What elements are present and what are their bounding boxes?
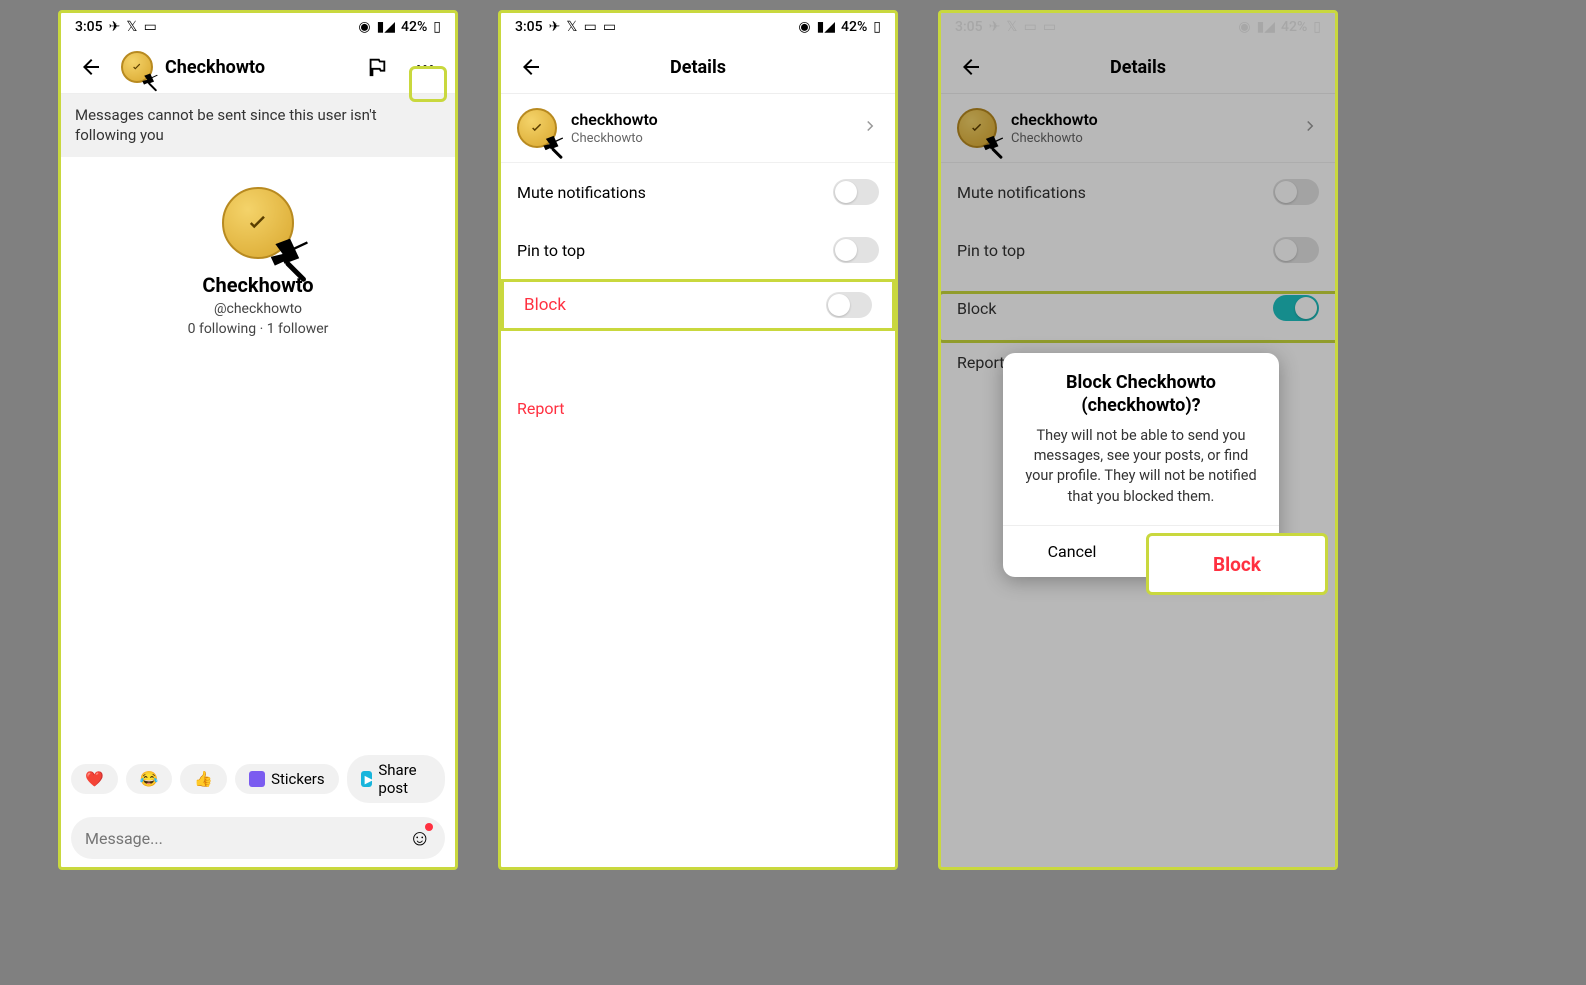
battery-pct: 42% xyxy=(841,19,867,35)
status-bar: 3:05 ✈ 𝕏 ▭ ◉ ▮◢ 42% ▯ xyxy=(61,13,455,41)
status-time: 3:05 xyxy=(75,19,103,35)
screen-chat: 3:05 ✈ 𝕏 ▭ ◉ ▮◢ 42% ▯ Checkhowto xyxy=(58,10,458,870)
block-confirm-label: Block xyxy=(1213,553,1261,576)
message-bar: ☺ xyxy=(71,817,445,859)
sticker-icon xyxy=(249,771,265,787)
screen-block-dialog: 3:05 ✈ 𝕏 ▭ ▭ ◉ ▮◢ 42% ▯ Details checkhow… xyxy=(938,10,1338,870)
stickers-label: Stickers xyxy=(271,770,325,788)
screen-details: 3:05 ✈ 𝕏 ▭ ▭ ◉ ▮◢ 42% ▯ Details checkhow… xyxy=(498,10,898,870)
mute-row: Mute notifications xyxy=(501,163,895,221)
dialog-title: Block Checkhowto (checkhowto)? xyxy=(1003,353,1279,426)
card-icon: ▭ xyxy=(144,19,157,35)
x-icon: 𝕏 xyxy=(566,19,577,35)
signal-icon: ▮◢ xyxy=(377,19,395,35)
emoji-button[interactable]: ☺ xyxy=(409,825,431,851)
x-icon: 𝕏 xyxy=(126,19,137,35)
flag-button[interactable] xyxy=(359,49,395,85)
highlight-more xyxy=(409,66,447,102)
user-row[interactable]: checkhowto Checkhowto xyxy=(501,94,895,163)
report-row[interactable]: Report xyxy=(501,383,895,434)
reaction-laugh[interactable]: 😂 xyxy=(126,764,173,794)
reaction-heart[interactable]: ❤️ xyxy=(71,764,118,794)
stickers-button[interactable]: Stickers xyxy=(235,764,339,794)
user-name: checkhowto xyxy=(571,110,847,129)
user-sub: Checkhowto xyxy=(571,131,847,146)
back-button[interactable] xyxy=(513,49,549,85)
telegram-icon: ✈ xyxy=(109,19,121,35)
dialog-body: They will not be able to send you messag… xyxy=(1003,426,1279,525)
chat-header: Checkhowto xyxy=(61,41,455,94)
status-bar: 3:05 ✈ 𝕏 ▭ ▭ ◉ ▮◢ 42% ▯ xyxy=(501,13,895,41)
notice-banner: Messages cannot be sent since this user … xyxy=(61,94,455,157)
block-row-highlight: Block xyxy=(501,279,895,331)
details-header: Details xyxy=(501,41,895,94)
reaction-bar: ❤️ 😂 👍 Stickers ▶ Share post xyxy=(61,747,455,811)
profile-avatar[interactable] xyxy=(222,187,294,259)
wifi-icon: ◉ xyxy=(798,19,810,35)
mute-label: Mute notifications xyxy=(517,183,646,202)
cancel-button[interactable]: Cancel xyxy=(1003,526,1141,577)
block-label: Block xyxy=(524,295,566,315)
share-label: Share post xyxy=(378,761,431,797)
battery-icon: ▯ xyxy=(873,19,881,35)
reaction-thumbs[interactable]: 👍 xyxy=(180,764,227,794)
pin-row: Pin to top xyxy=(501,221,895,279)
battery-icon: ▯ xyxy=(433,19,441,35)
profile-stats: 0 following · 1 follower xyxy=(61,321,455,337)
profile-name: Checkhowto xyxy=(61,273,455,297)
card-icon: ▭ xyxy=(584,19,597,35)
block-confirm-button[interactable]: Block xyxy=(1146,533,1328,595)
header-avatar[interactable] xyxy=(121,51,153,83)
pin-label: Pin to top xyxy=(517,241,585,260)
mute-toggle[interactable] xyxy=(833,179,879,205)
status-time: 3:05 xyxy=(515,19,543,35)
signal-icon: ▮◢ xyxy=(817,19,835,35)
card-icon: ▭ xyxy=(603,19,616,35)
report-label: Report xyxy=(517,399,565,418)
user-avatar xyxy=(517,108,557,148)
battery-pct: 42% xyxy=(401,19,427,35)
profile-handle: @checkhowto xyxy=(61,301,455,317)
chat-title: Checkhowto xyxy=(165,57,347,78)
profile-section: Checkhowto @checkhowto 0 following · 1 f… xyxy=(61,157,455,347)
details-title: Details xyxy=(561,57,835,78)
chevron-right-icon xyxy=(861,117,879,139)
pin-toggle[interactable] xyxy=(833,237,879,263)
share-button[interactable]: ▶ Share post xyxy=(347,755,445,803)
telegram-icon: ✈ xyxy=(549,19,561,35)
block-toggle[interactable] xyxy=(826,292,872,318)
message-input[interactable] xyxy=(85,829,399,848)
back-button[interactable] xyxy=(73,49,109,85)
share-icon: ▶ xyxy=(361,771,373,787)
wifi-icon: ◉ xyxy=(358,19,370,35)
